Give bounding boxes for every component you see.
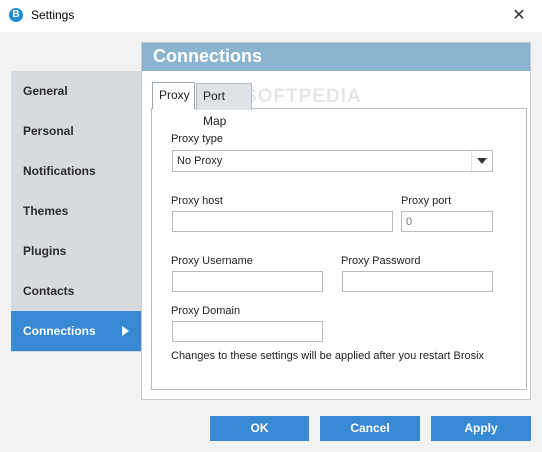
tab-proxy[interactable]: Proxy bbox=[152, 82, 195, 109]
proxy-type-value: No Proxy bbox=[177, 155, 223, 167]
proxy-port-input[interactable] bbox=[401, 211, 493, 232]
sidebar-item-notifications[interactable]: Notifications bbox=[11, 151, 141, 191]
proxy-username-input[interactable] bbox=[172, 271, 323, 292]
sidebar-item-contacts[interactable]: Contacts bbox=[11, 271, 141, 311]
proxy-password-input[interactable] bbox=[342, 271, 493, 292]
title-bar: B Settings ✕ bbox=[0, 0, 542, 32]
proxy-username-label: Proxy Username bbox=[171, 255, 253, 267]
chevron-right-icon bbox=[122, 326, 129, 336]
sidebar: General Personal Notifications Themes Pl… bbox=[11, 71, 141, 352]
panel-header: Connections bbox=[142, 43, 530, 71]
window-title: Settings bbox=[31, 8, 75, 22]
sidebar-item-themes[interactable]: Themes bbox=[11, 191, 141, 231]
proxy-type-select[interactable]: No Proxy bbox=[172, 150, 493, 172]
proxy-host-label: Proxy host bbox=[171, 195, 223, 207]
dropdown-button[interactable] bbox=[471, 151, 492, 171]
restart-note: Changes to these settings will be applie… bbox=[171, 350, 485, 362]
chevron-down-icon bbox=[477, 158, 487, 164]
close-icon[interactable]: ✕ bbox=[496, 0, 542, 32]
panel-title: Connections bbox=[153, 46, 263, 66]
proxy-domain-input[interactable] bbox=[172, 321, 323, 342]
proxy-domain-label: Proxy Domain bbox=[171, 305, 241, 317]
proxy-password-label: Proxy Password bbox=[341, 255, 421, 267]
app-logo-icon: B bbox=[9, 8, 23, 22]
sidebar-item-plugins[interactable]: Plugins bbox=[11, 231, 141, 271]
cancel-button[interactable]: Cancel bbox=[320, 416, 420, 441]
apply-button[interactable]: Apply bbox=[431, 416, 531, 441]
ok-button[interactable]: OK bbox=[210, 416, 309, 441]
proxy-port-label: Proxy port bbox=[401, 195, 452, 207]
proxy-host-input[interactable] bbox=[172, 211, 393, 232]
tab-port-map[interactable]: Port Map bbox=[196, 83, 252, 128]
proxy-type-label: Proxy type bbox=[171, 133, 223, 145]
sidebar-item-connections[interactable]: Connections bbox=[11, 311, 141, 351]
sidebar-item-label: Connections bbox=[23, 324, 96, 338]
sidebar-item-general[interactable]: General bbox=[11, 71, 141, 111]
watermark: SOFTPEDIA bbox=[244, 86, 362, 107]
sidebar-item-personal[interactable]: Personal bbox=[11, 111, 141, 151]
